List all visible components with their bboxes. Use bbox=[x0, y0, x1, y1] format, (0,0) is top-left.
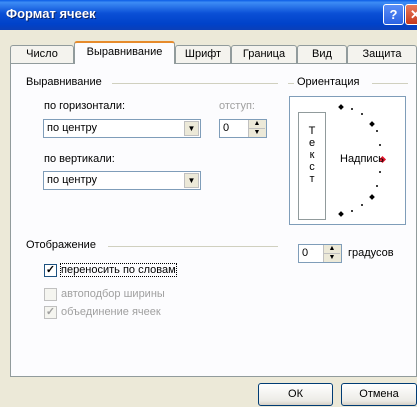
angle-dot bbox=[361, 113, 363, 115]
vertical-text-button[interactable]: Т е к с т bbox=[298, 112, 326, 220]
format-cells-dialog: Формат ячеек ? ✕ Число Выравнивание Шриф… bbox=[0, 0, 417, 407]
vertical-letter: е bbox=[308, 137, 316, 149]
alignment-group-label: Выравнивание bbox=[24, 76, 104, 88]
vertical-letter: с bbox=[309, 161, 315, 173]
help-icon: ? bbox=[389, 7, 398, 22]
tab-number[interactable]: Число bbox=[10, 45, 74, 63]
title-bar[interactable]: Формат ячеек ? ✕ bbox=[0, 0, 417, 30]
angle-marker-90-up bbox=[338, 104, 344, 110]
merge-cells-label: объединение ячеек bbox=[61, 306, 161, 318]
tab-strip: Число Выравнивание Шрифт Граница Вид Защ… bbox=[8, 39, 417, 64]
window-title: Формат ячеек bbox=[6, 6, 96, 21]
display-divider bbox=[108, 246, 278, 247]
orientation-divider-right bbox=[372, 83, 408, 84]
triangle-down-icon[interactable]: ▼ bbox=[249, 129, 265, 137]
triangle-down-icon[interactable]: ▼ bbox=[324, 254, 340, 262]
shrink-to-fit-label: автоподбор ширины bbox=[61, 288, 165, 300]
indent-spinner[interactable]: 0 ▲ ▼ bbox=[219, 119, 267, 138]
indent-label: отступ: bbox=[219, 100, 255, 112]
tab-border[interactable]: Граница bbox=[231, 45, 297, 63]
indent-spin-buttons: ▲ ▼ bbox=[248, 120, 266, 137]
angle-marker-90-down bbox=[338, 211, 344, 217]
angle-dot bbox=[376, 130, 378, 132]
merge-cells-checkbox[interactable]: ✓ bbox=[44, 306, 57, 319]
vertical-letter: т bbox=[309, 173, 315, 185]
orientation-group-label: Ориентация bbox=[295, 76, 362, 88]
display-group-label: Отображение bbox=[24, 239, 98, 251]
shrink-to-fit-checkbox[interactable] bbox=[44, 288, 57, 301]
vertical-text-sample: Т е к с т bbox=[299, 125, 325, 185]
degrees-value: 0 bbox=[302, 247, 309, 259]
tab-patterns[interactable]: Вид bbox=[297, 45, 347, 63]
close-button[interactable]: ✕ bbox=[405, 4, 417, 25]
horizontal-value: по центру bbox=[47, 122, 98, 134]
angle-marker-45-down bbox=[369, 194, 375, 200]
triangle-up-icon[interactable]: ▲ bbox=[249, 120, 265, 129]
indent-value: 0 bbox=[223, 122, 230, 134]
help-button[interactable]: ? bbox=[383, 4, 404, 25]
angle-dot bbox=[379, 144, 381, 146]
close-icon: ✕ bbox=[410, 7, 417, 22]
chevron-down-icon[interactable]: ▼ bbox=[184, 121, 199, 136]
wrap-text-checkbox[interactable]: ✓ bbox=[44, 264, 57, 277]
cancel-button[interactable]: Отмена bbox=[341, 383, 417, 406]
vertical-select[interactable]: по центру ▼ bbox=[43, 171, 201, 190]
orientation-divider-left bbox=[288, 83, 294, 84]
triangle-up-icon[interactable]: ▲ bbox=[324, 245, 340, 254]
ok-button[interactable]: ОК bbox=[258, 383, 333, 406]
vertical-letter: Т bbox=[308, 125, 316, 137]
wrap-text-label[interactable]: переносить по словам bbox=[60, 263, 177, 277]
angle-dot bbox=[379, 171, 381, 173]
tab-protection[interactable]: Защита bbox=[347, 45, 417, 63]
angle-dot bbox=[351, 210, 353, 212]
degrees-spinner[interactable]: 0 ▲ ▼ bbox=[298, 244, 342, 263]
degrees-spin-buttons: ▲ ▼ bbox=[323, 245, 341, 262]
tab-font[interactable]: Шрифт bbox=[175, 45, 231, 63]
vertical-value: по центру bbox=[47, 174, 98, 186]
chevron-down-icon[interactable]: ▼ bbox=[184, 173, 199, 188]
tab-alignment[interactable]: Выравнивание bbox=[74, 41, 175, 64]
angle-dot bbox=[361, 204, 363, 206]
horizontal-select[interactable]: по центру ▼ bbox=[43, 119, 201, 138]
vertical-letter: к bbox=[309, 149, 315, 161]
vertical-label: по вертикали: bbox=[44, 153, 115, 165]
angle-dot bbox=[376, 185, 378, 187]
angle-dot bbox=[351, 108, 353, 110]
horizontal-label: по горизонтали: bbox=[44, 100, 126, 112]
orientation-sample-text: Надпись bbox=[340, 153, 384, 165]
degrees-label: градусов bbox=[348, 247, 394, 259]
alignment-divider bbox=[112, 83, 278, 84]
angle-marker-45-up bbox=[369, 121, 375, 127]
